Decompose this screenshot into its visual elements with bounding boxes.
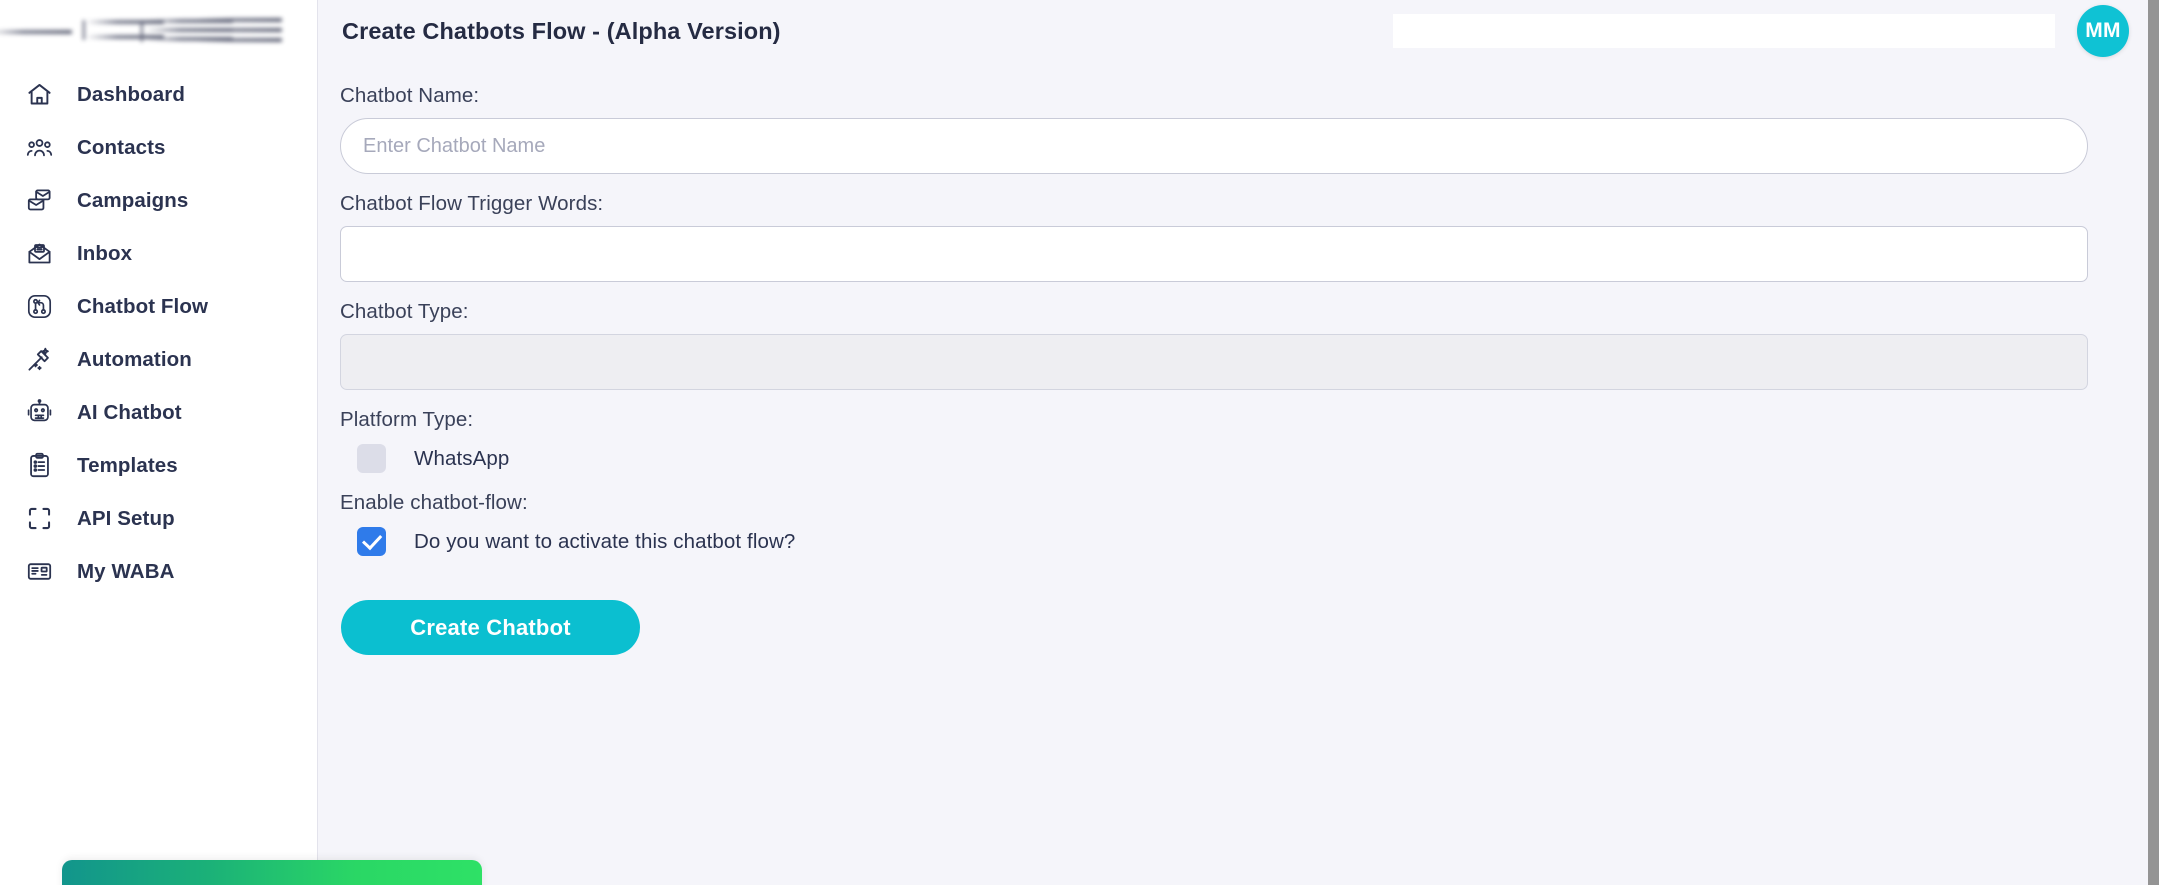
create-chatbot-button[interactable]: Create Chatbot [341, 600, 640, 655]
search-input[interactable] [1393, 14, 2055, 48]
platform-option-whatsapp[interactable]: WhatsApp [340, 444, 2104, 473]
trigger-words-label: Chatbot Flow Trigger Words: [340, 192, 604, 215]
sidebar-item-dashboard[interactable]: Dashboard [0, 68, 317, 121]
field-chatbot-type: Chatbot Type: [340, 300, 2104, 390]
sidebar-item-inbox[interactable]: Inbox [0, 227, 317, 280]
sidebar-item-templates[interactable]: Templates [0, 439, 317, 492]
trigger-words-input[interactable] [340, 226, 2088, 282]
sidebar-item-api-setup[interactable]: API Setup [0, 492, 317, 545]
inbox-icon [22, 237, 56, 271]
chatbot-flow-icon [22, 290, 56, 324]
platform-type-label: Platform Type: [340, 408, 474, 431]
sidebar-item-label: Chatbot Flow [77, 294, 209, 318]
sidebar-item-label: AI Chatbot [77, 400, 182, 424]
activate-flow-checkbox-label: Do you want to activate this chatbot flo… [414, 529, 796, 553]
enable-flow-option[interactable]: Do you want to activate this chatbot flo… [340, 527, 2104, 556]
card-icon [22, 555, 56, 589]
home-icon [22, 78, 56, 112]
sidebar-item-label: My WABA [77, 559, 175, 583]
field-chatbot-name: Chatbot Name: [340, 84, 2104, 174]
vertical-scrollbar[interactable] [2148, 0, 2159, 885]
activate-flow-checkbox[interactable] [357, 527, 386, 556]
whatsapp-checkbox-label: WhatsApp [414, 446, 510, 470]
app-root: Dashboard Contacts Campaigns Inbox Chatb… [0, 0, 2159, 885]
sidebar-nav: Dashboard Contacts Campaigns Inbox Chatb… [0, 68, 317, 598]
sidebar-item-automation[interactable]: Automation [0, 333, 317, 386]
magic-wand-icon [22, 343, 56, 377]
field-trigger-words: Chatbot Flow Trigger Words: [340, 192, 2104, 282]
chatbot-name-input[interactable] [340, 118, 2088, 174]
clipboard-icon [22, 449, 56, 483]
top-bar-right: MM [1393, 5, 2159, 57]
sidebar-item-contacts[interactable]: Contacts [0, 121, 317, 174]
contacts-icon [22, 131, 56, 165]
sidebar-item-label: API Setup [77, 506, 175, 530]
sidebar-item-chatbot-flow[interactable]: Chatbot Flow [0, 280, 317, 333]
page-title: Create Chatbots Flow - (Alpha Version) [342, 17, 781, 44]
sidebar-item-label: Templates [77, 453, 178, 477]
sidebar-item-label: Contacts [77, 135, 166, 159]
avatar[interactable]: MM [2077, 5, 2129, 57]
enable-flow-label: Enable chatbot-flow: [340, 491, 528, 514]
brand-area[interactable] [0, 0, 317, 58]
field-enable-flow: Enable chatbot-flow: Do you want to acti… [340, 491, 2104, 556]
sidebar-item-label: Dashboard [77, 82, 185, 106]
blurred-logo-icon [0, 8, 282, 48]
sidebar-item-my-waba[interactable]: My WABA [0, 545, 317, 598]
campaigns-icon [22, 184, 56, 218]
sidebar-item-campaigns[interactable]: Campaigns [0, 174, 317, 227]
api-frame-icon [22, 502, 56, 536]
bottom-progress-bar [62, 860, 482, 885]
chatbot-type-label: Chatbot Type: [340, 300, 469, 323]
robot-icon [22, 396, 56, 430]
sidebar-item-label: Automation [77, 347, 192, 371]
top-bar: Create Chatbots Flow - (Alpha Version) M… [318, 0, 2159, 62]
main-content: Create Chatbots Flow - (Alpha Version) M… [318, 0, 2159, 885]
sidebar-item-ai-chatbot[interactable]: AI Chatbot [0, 386, 317, 439]
sidebar-item-label: Inbox [77, 241, 133, 265]
whatsapp-checkbox[interactable] [357, 444, 386, 473]
sidebar-item-label: Campaigns [77, 188, 189, 212]
sidebar: Dashboard Contacts Campaigns Inbox Chatb… [0, 0, 318, 885]
chatbot-name-label: Chatbot Name: [340, 84, 480, 107]
chatbot-type-select[interactable] [340, 334, 2088, 390]
field-platform-type: Platform Type: WhatsApp [340, 408, 2104, 473]
create-chatbot-form: Chatbot Name: Chatbot Flow Trigger Words… [318, 62, 2159, 655]
